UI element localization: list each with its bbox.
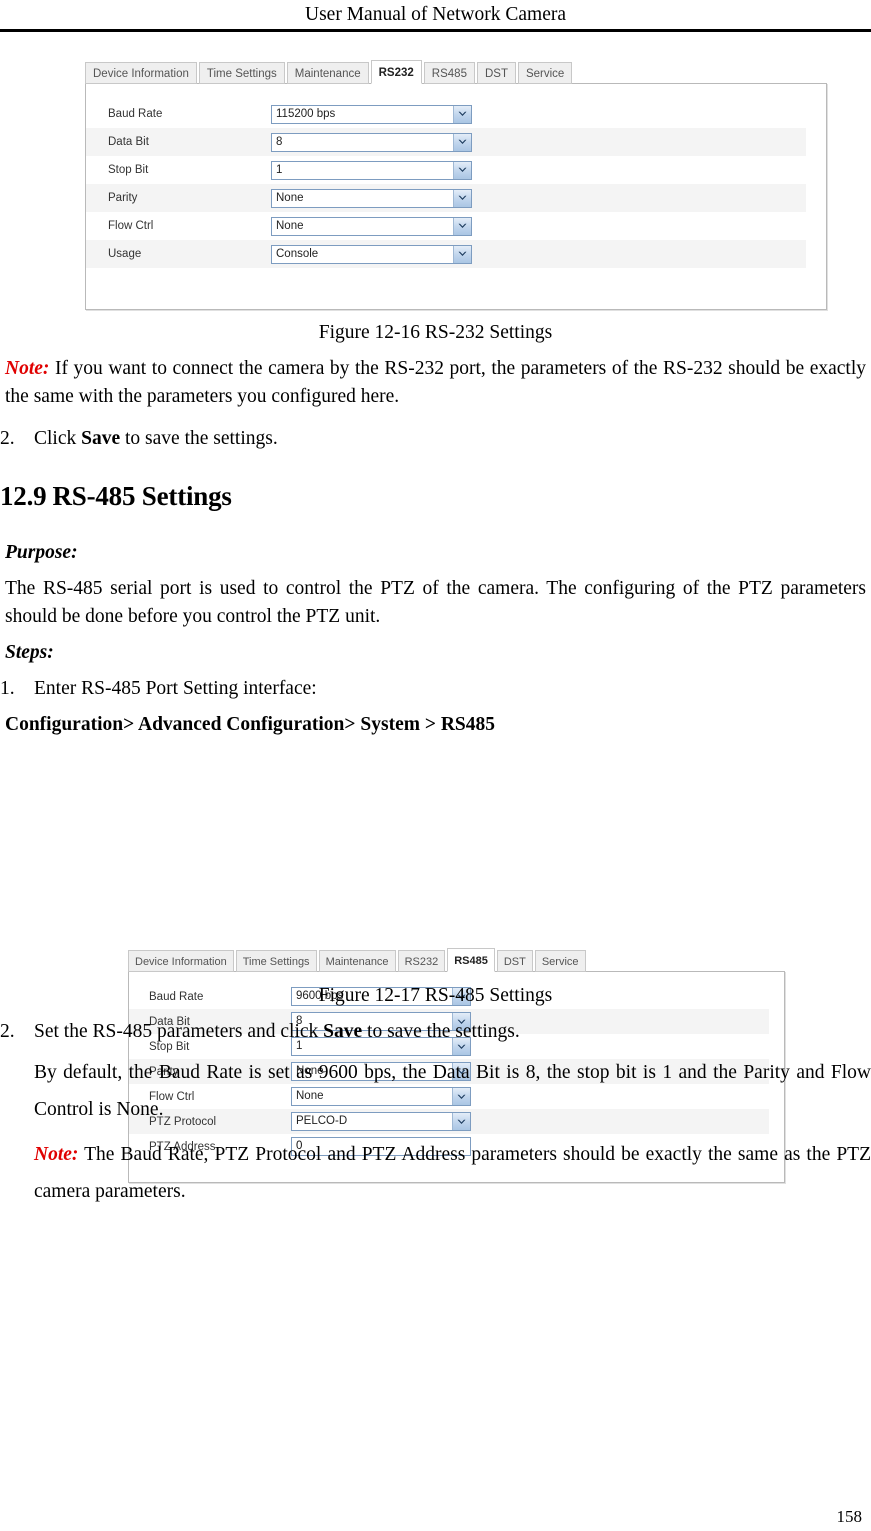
purpose-label: Purpose: [5,542,78,563]
figure-caption-12-17: Figure 12-17 RS-485 Settings [318,985,553,1006]
default-values-paragraph: By default, the Baud Rate is set as 9600… [34,1062,871,1120]
configuration-path: Configuration> Advanced Configuration> S… [5,714,496,735]
step-2-rs485-pre: Set the RS-485 parameters and click [34,1021,324,1042]
note-rs485-paragraph: Note: The Baud Rate, PTZ Protocol and PT… [0,1136,871,1210]
tab-time-settings[interactable]: Time Settings [198,62,285,84]
save-button-reference-2: Save [323,1021,363,1042]
rs485-tab-strip: Device Information Time Settings Maintenan… [128,948,788,972]
note-rs232-paragraph: Note: If you want to connect the camera … [0,355,871,411]
tab-rs485[interactable]: RS485 [447,948,495,972]
step-2-rs485: 2. Set the RS-485 parameters and click S… [0,1018,871,1046]
step-1-marker: 1. [0,678,15,699]
step-2-rs485-content: Set the RS-485 parameters and click Save… [34,1018,871,1046]
tab-service[interactable]: Service [517,62,573,84]
step-1-rs485: 1. Enter RS-485 Port Setting interface: [0,675,871,703]
tab-rs232[interactable]: RS232 [397,950,446,972]
section-heading-number: 12.9 [0,481,47,511]
note-label-2: Note: [34,1144,79,1165]
tab-time-settings[interactable]: Time Settings [235,950,317,972]
tab-service[interactable]: Service [534,950,586,972]
document-body: Figure 12-16 RS-232 Settings Note: If yo… [0,36,871,1210]
step-2-rs232-pre: Click [34,428,82,449]
note-rs485-text: The Baud Rate, PTZ Protocol and PTZ Addr… [34,1144,871,1202]
step-2-rs485-marker: 2. [0,1021,15,1042]
tab-device-information[interactable]: Device Information [85,62,197,84]
rs232-tab-strip: Device Information Time Settings Maintenan… [85,60,830,84]
step-2-rs485-post: to save the settings. [362,1021,520,1042]
step-2-rs232-content: Click Save to save the settings. [34,425,871,453]
tab-maintenance[interactable]: Maintenance [286,62,369,84]
tab-maintenance[interactable]: Maintenance [318,950,396,972]
header-divider-rule [0,29,871,32]
step-2-rs232: 2. Click Save to save the settings. [0,425,871,453]
purpose-paragraph: The RS-485 serial port is used to contro… [5,578,866,627]
page-running-header: User Manual of Network Camera [305,4,566,25]
tab-rs485[interactable]: RS485 [423,62,475,84]
section-heading-title: RS-485 Settings [52,481,232,511]
steps-label: Steps: [5,642,54,663]
tab-dst[interactable]: DST [476,62,516,84]
step-2-rs232-post: to save the settings. [120,428,278,449]
step-1-text: Enter RS-485 Port Setting interface: [34,678,317,699]
save-button-reference: Save [81,428,121,449]
page-number: 158 [836,1507,863,1526]
section-heading-12-9: 12.9 RS-485 Settings [0,479,871,513]
note-rs232-text: If you want to connect the camera by the… [5,358,866,407]
step-2-rs232-marker: 2. [0,428,15,449]
tab-device-information[interactable]: Device Information [128,950,234,972]
tab-rs232[interactable]: RS232 [370,60,422,84]
figure-caption-12-16: Figure 12-16 RS-232 Settings [318,322,553,343]
tab-dst[interactable]: DST [496,950,533,972]
note-label: Note: [5,358,50,379]
